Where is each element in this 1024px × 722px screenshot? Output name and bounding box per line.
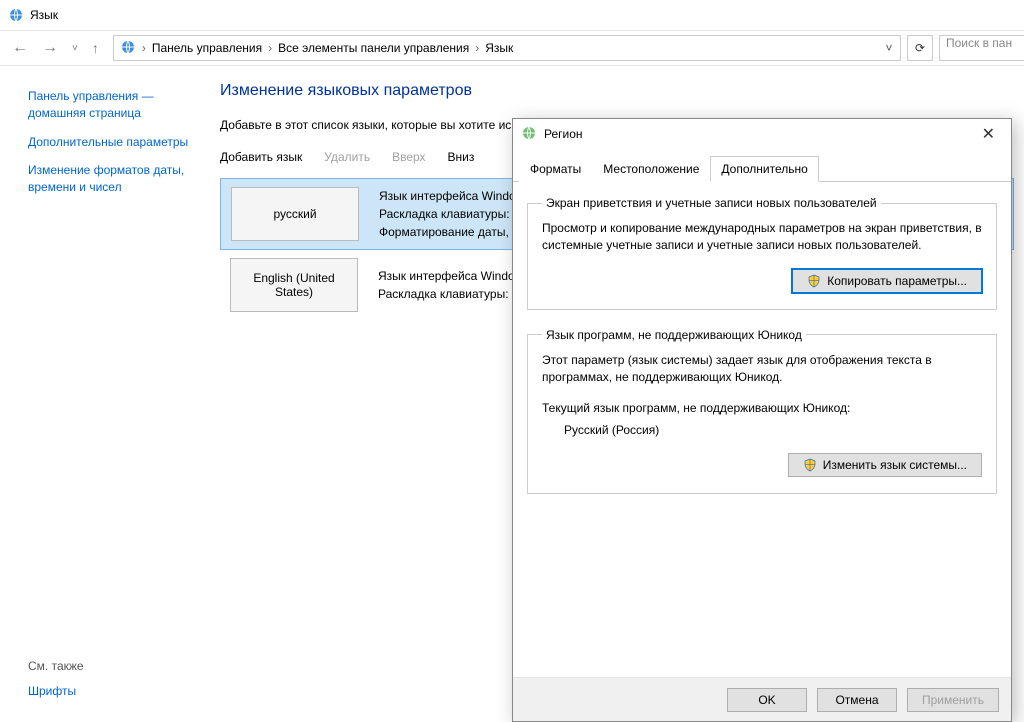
seealso-link-fonts[interactable]: Шрифты <box>28 683 198 700</box>
non-unicode-group: Язык программ, не поддерживающих Юникод … <box>527 328 997 494</box>
dialog-title: Регион <box>544 127 583 141</box>
dialog-body: Экран приветствия и учетные записи новых… <box>513 182 1011 677</box>
ok-button[interactable]: OK <box>727 688 807 712</box>
move-down-button[interactable]: Вниз <box>448 150 475 164</box>
group-description: Этот параметр (язык системы) задает язык… <box>542 352 982 387</box>
shield-icon <box>803 458 817 472</box>
globe-icon <box>521 125 537 144</box>
change-system-locale-button[interactable]: Изменить язык системы... <box>788 453 982 477</box>
remove-language-button[interactable]: Удалить <box>324 150 370 164</box>
group-description: Просмотр и копирование международных пар… <box>542 220 982 255</box>
language-description: Язык интерфейса WindowsРаскладка клавиат… <box>379 187 530 241</box>
move-up-button[interactable]: Вверх <box>392 150 425 164</box>
refresh-button[interactable]: ⟳ <box>907 35 933 61</box>
dialog-tabs: Форматы Местоположение Дополнительно <box>513 149 1011 182</box>
forward-button[interactable]: → <box>42 39 58 57</box>
button-label: Копировать параметры... <box>827 274 967 288</box>
button-label: Изменить язык системы... <box>823 458 967 472</box>
address-bar[interactable]: › Панель управления › Все элементы панел… <box>113 35 901 61</box>
up-button[interactable]: ↑ <box>92 40 99 56</box>
breadcrumb-sep-icon: › <box>473 41 481 55</box>
tab-location[interactable]: Местоположение <box>592 156 710 182</box>
sidebar-link-home[interactable]: Панель управления — домашняя страница <box>28 88 198 122</box>
search-input[interactable]: Поиск в пан <box>939 35 1024 61</box>
add-language-button[interactable]: Добавить язык <box>220 150 302 164</box>
current-locale-label: Текущий язык программ, не поддерживающих… <box>542 401 982 415</box>
region-dialog: Регион ✕ Форматы Местоположение Дополнит… <box>512 118 1012 722</box>
language-name-box: English (United States) <box>230 258 358 312</box>
language-app-icon <box>8 7 24 23</box>
page-heading: Изменение языковых параметров <box>220 82 1014 100</box>
group-legend: Язык программ, не поддерживающих Юникод <box>542 328 806 342</box>
dialog-titlebar: Регион ✕ <box>513 119 1011 149</box>
sidebar-link-advanced[interactable]: Дополнительные параметры <box>28 134 198 151</box>
sidebar: Панель управления — домашняя страница До… <box>0 66 210 722</box>
sidebar-link-formats[interactable]: Изменение форматов даты, времени и чисел <box>28 162 198 196</box>
breadcrumb-segment[interactable]: Панель управления <box>152 41 262 55</box>
tab-advanced[interactable]: Дополнительно <box>710 156 818 182</box>
language-description: Язык интерфейса WindowsРаскладка клавиат… <box>378 267 532 303</box>
window-title: Язык <box>30 8 58 22</box>
group-legend: Экран приветствия и учетные записи новых… <box>542 196 881 210</box>
breadcrumb-segment[interactable]: Все элементы панели управления <box>278 41 469 55</box>
seealso-heading: См. также <box>28 659 198 673</box>
tab-formats[interactable]: Форматы <box>519 156 592 182</box>
current-locale-value: Русский (Россия) <box>542 423 982 437</box>
breadcrumb-sep-icon: › <box>266 41 274 55</box>
apply-button[interactable]: Применить <box>907 688 999 712</box>
breadcrumb-sep-icon: › <box>140 41 148 55</box>
close-button[interactable]: ✕ <box>974 122 1003 146</box>
breadcrumb-segment[interactable]: Язык <box>485 41 513 55</box>
cancel-button[interactable]: Отмена <box>817 688 897 712</box>
address-dropdown-button[interactable]: ˅ <box>878 41 900 55</box>
language-name-box: русский <box>231 187 359 241</box>
recent-locations-button[interactable]: ˅ <box>72 43 78 54</box>
dialog-footer: OK Отмена Применить <box>513 677 1011 721</box>
shield-icon <box>807 274 821 288</box>
back-button[interactable]: ← <box>12 39 28 57</box>
nav-row: ← → ˅ ↑ › Панель управления › Все элемен… <box>0 30 1024 66</box>
welcome-screen-group: Экран приветствия и учетные записи новых… <box>527 196 997 310</box>
address-icon <box>120 39 136 58</box>
copy-settings-button[interactable]: Копировать параметры... <box>792 269 982 293</box>
nav-buttons: ← → ˅ ↑ <box>0 39 111 57</box>
titlebar: Язык <box>0 0 1024 30</box>
